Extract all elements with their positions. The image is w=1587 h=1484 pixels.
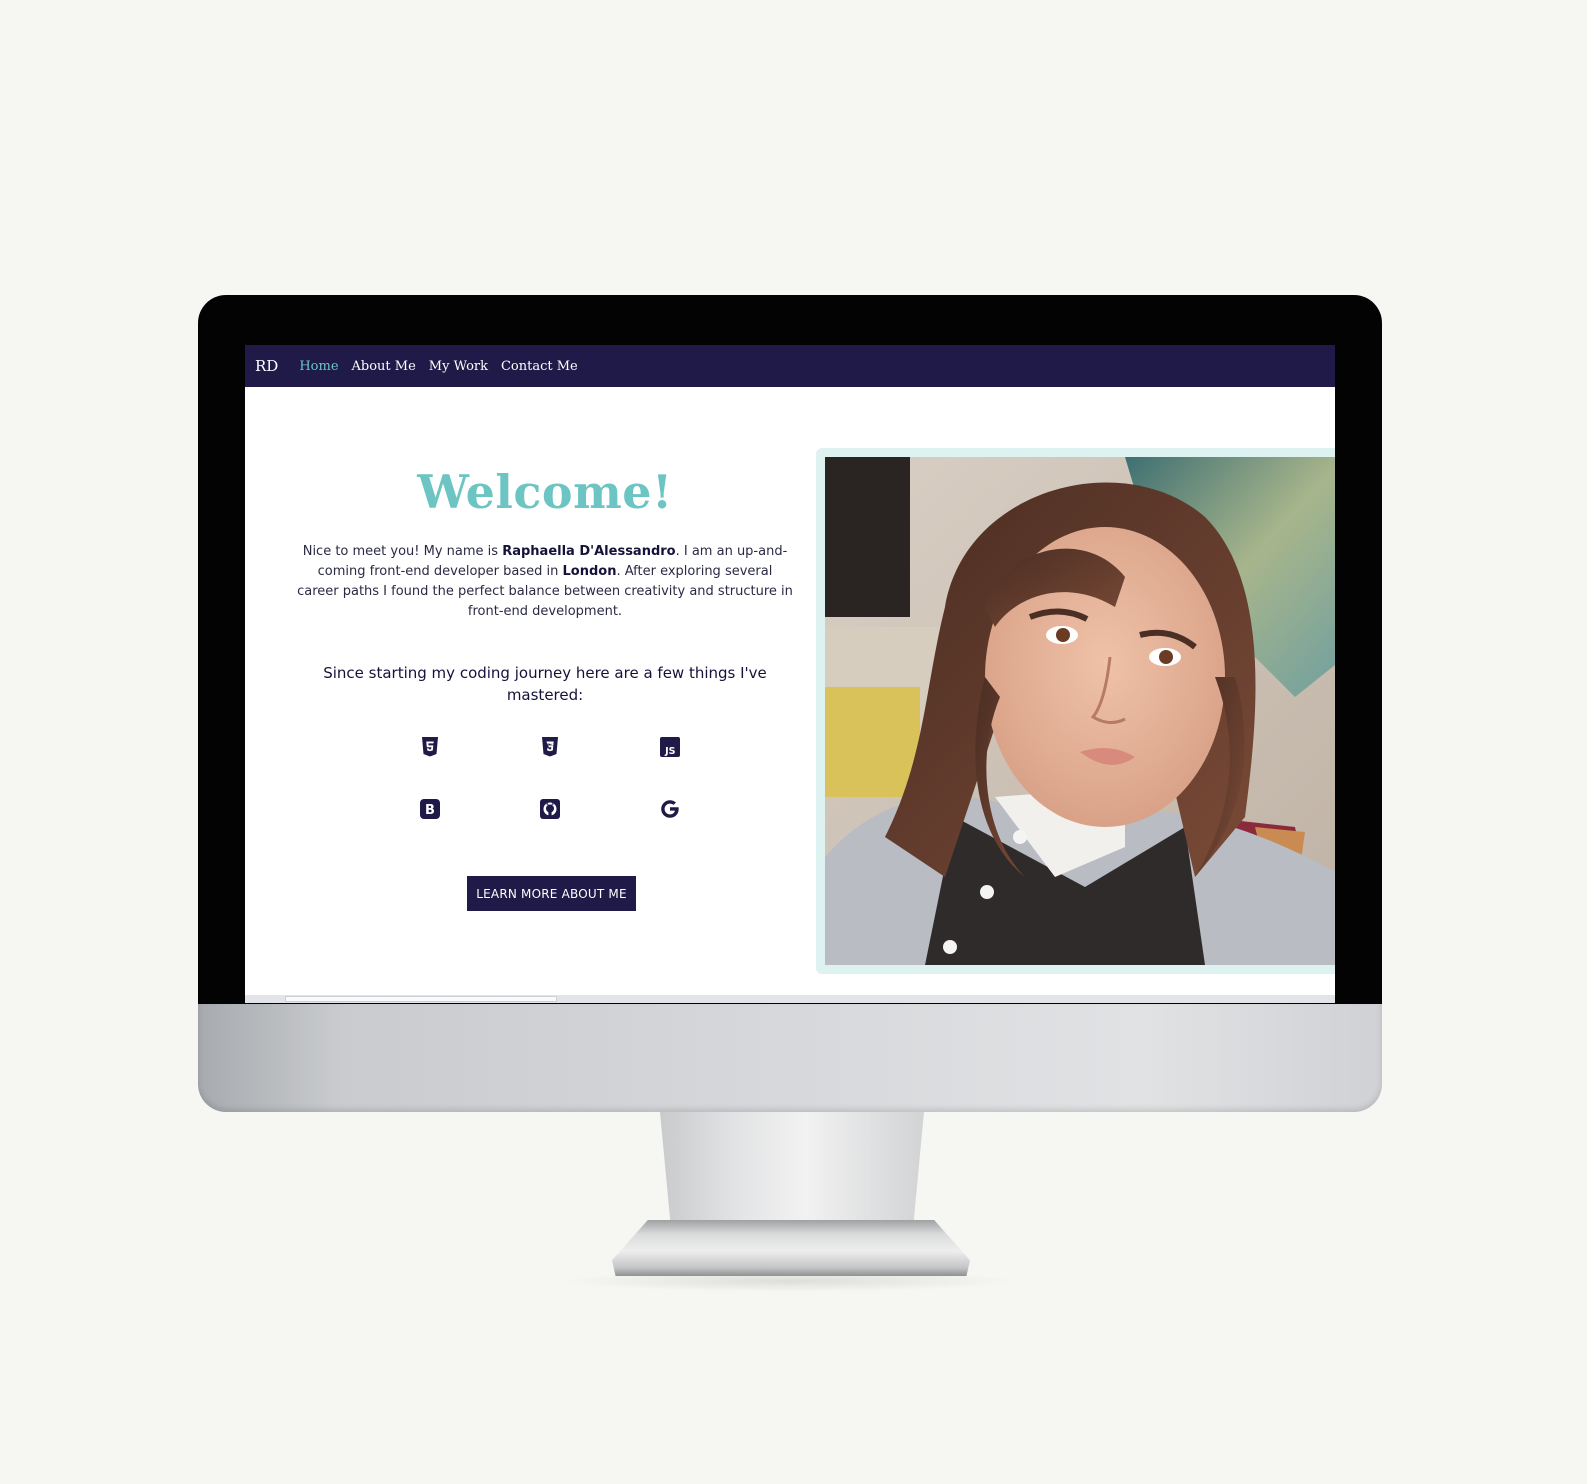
css3-icon (542, 737, 558, 757)
page-title: Welcome! (417, 465, 673, 519)
brand-logo[interactable]: RD (255, 357, 278, 375)
monitor-screen: RD Home About Me My Work Contact Me Welc… (245, 345, 1335, 1003)
nav-link-my-work[interactable]: My Work (429, 359, 488, 374)
github-icon (540, 799, 560, 819)
intro-text-1: Nice to meet you! My name is (302, 544, 503, 559)
javascript-icon: JS (660, 737, 680, 757)
skills-grid: JS B (370, 735, 730, 821)
intro-city: London (562, 564, 617, 579)
learn-more-button[interactable]: LEARN MORE ABOUT ME (467, 876, 636, 911)
skills-heading: Since starting my coding journey here ar… (323, 664, 767, 704)
intro-paragraph: Nice to meet you! My name is Raphaella D… (295, 542, 795, 622)
google-icon (661, 800, 679, 818)
nav-link-home[interactable]: Home (299, 359, 338, 374)
navbar: RD Home About Me My Work Contact Me (245, 345, 1335, 387)
taskbar-search-field[interactable] (285, 996, 557, 1002)
bootstrap-icon: B (420, 799, 440, 819)
nav-link-about-me[interactable]: About Me (352, 359, 416, 374)
nav-link-contact-me[interactable]: Contact Me (501, 359, 578, 374)
monitor-stand-foot (612, 1220, 970, 1276)
html5-icon (422, 737, 438, 757)
profile-photo (825, 457, 1335, 965)
javascript-icon-label: JS (664, 746, 676, 757)
profile-photo-illustration (825, 457, 1335, 965)
intro-name: Raphaella D'Alessandro (502, 544, 676, 559)
monitor-chin (198, 1004, 1382, 1112)
monitor-stand-neck (660, 1112, 924, 1224)
bootstrap-icon-label: B (425, 803, 435, 818)
